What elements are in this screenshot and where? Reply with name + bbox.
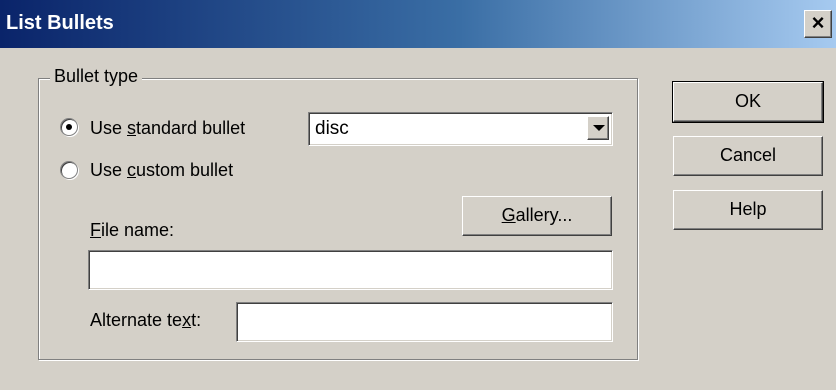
alternate-text-input[interactable]: [236, 302, 613, 342]
close-icon: ×: [811, 10, 825, 35]
standard-bullet-select[interactable]: disc: [308, 112, 613, 146]
title-bar: List Bullets ×: [0, 0, 836, 48]
alternate-text-label: Alternate text:: [90, 310, 202, 330]
custom-bullet-label[interactable]: Use custom bullet: [90, 160, 233, 181]
bullet-type-group-label: Bullet type: [50, 66, 143, 87]
dialog-title: List Bullets: [6, 12, 114, 34]
radio-selected-dot: [66, 124, 72, 130]
ok-button[interactable]: OK: [672, 81, 824, 123]
chevron-down-icon: [593, 125, 605, 131]
custom-bullet-radio[interactable]: [60, 161, 78, 179]
standard-bullet-label[interactable]: Use standard bullet: [90, 118, 245, 139]
cancel-button[interactable]: Cancel: [673, 136, 823, 176]
close-button[interactable]: ×: [804, 10, 832, 38]
gallery-button[interactable]: Gallery...: [462, 196, 612, 236]
standard-bullet-select-value: disc: [315, 118, 349, 139]
dropdown-button[interactable]: [587, 116, 609, 140]
help-button[interactable]: Help: [673, 190, 823, 230]
file-name-input[interactable]: [88, 250, 613, 290]
file-name-label: File name:: [90, 220, 175, 240]
standard-bullet-radio[interactable]: [60, 118, 78, 136]
